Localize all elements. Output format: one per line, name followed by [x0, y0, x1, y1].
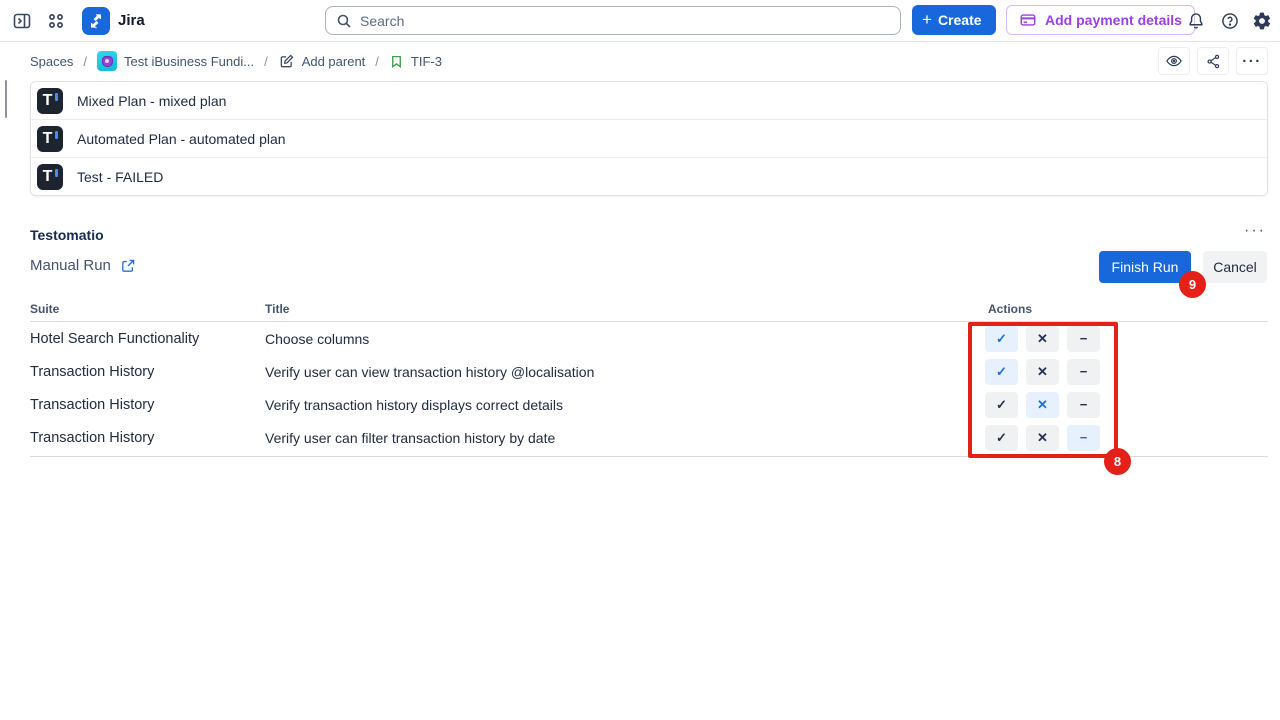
list-item[interactable]: T Automated Plan - automated plan — [31, 120, 1267, 158]
fail-cross-button[interactable]: ✕ — [1026, 326, 1059, 352]
test-table-body: Hotel Search Functionality Choose column… — [30, 322, 1268, 454]
column-header-actions: Actions — [988, 302, 1032, 316]
create-button[interactable]: + Create — [912, 5, 996, 35]
test-plans-card: T Mixed Plan - mixed plan T Automated Pl… — [30, 81, 1268, 196]
section-title: Testomatio — [30, 227, 104, 243]
pass-check-button[interactable]: ✓ — [985, 425, 1018, 451]
table-row: Transaction History Verify transaction h… — [30, 388, 1268, 421]
section-more-icon[interactable]: ··· — [1244, 222, 1266, 240]
suite-cell: Transaction History — [30, 397, 154, 413]
breadcrumb-separator: / — [264, 54, 268, 69]
scrollbar-thumb[interactable] — [5, 80, 7, 118]
page-toolbar: ··· — [1158, 47, 1268, 75]
fail-cross-button[interactable]: ✕ — [1026, 359, 1059, 385]
app-switcher-icon[interactable] — [46, 11, 66, 31]
search-icon — [336, 13, 352, 29]
actions-cell: ✓ ✕ − — [985, 425, 1100, 451]
pass-check-button[interactable]: ✓ — [985, 392, 1018, 418]
credit-card-icon — [1019, 11, 1037, 29]
testomatio-logo-icon: T — [37, 164, 63, 190]
list-item[interactable]: T Test - FAILED — [31, 158, 1267, 196]
annotation-badge-9: 9 — [1179, 271, 1206, 298]
skip-dash-button[interactable]: − — [1067, 392, 1100, 418]
plus-icon: + — [922, 10, 932, 30]
jira-logo[interactable] — [82, 7, 110, 35]
notifications-bell-icon[interactable] — [1186, 11, 1206, 31]
list-item[interactable]: T Mixed Plan - mixed plan — [31, 82, 1267, 120]
run-title-line: Manual Run — [30, 257, 136, 274]
breadcrumb-separator: / — [375, 54, 379, 69]
actions-cell: ✓ ✕ − — [985, 392, 1100, 418]
skip-dash-button[interactable]: − — [1067, 359, 1100, 385]
breadcrumb-bar: Spaces / Test iBusiness Fundi... / Add p… — [0, 42, 1280, 80]
cancel-button[interactable]: Cancel — [1203, 251, 1267, 283]
breadcrumb-separator: / — [83, 54, 87, 69]
table-row: Transaction History Verify user can filt… — [30, 421, 1268, 454]
skip-dash-button[interactable]: − — [1067, 425, 1100, 451]
column-header-suite: Suite — [30, 302, 59, 316]
table-header-row: Suite Title Actions — [30, 296, 1268, 322]
breadcrumb-add-parent[interactable]: Add parent — [278, 53, 366, 70]
title-cell: Verify transaction history displays corr… — [265, 397, 563, 413]
annotation-badge-8: 8 — [1104, 448, 1131, 475]
top-nav-bar: Jira + Create Add payment details — [0, 0, 1280, 42]
plan-label: Automated Plan - automated plan — [77, 131, 286, 147]
title-cell: Verify user can view transaction history… — [265, 364, 594, 380]
share-icon[interactable] — [1197, 47, 1229, 75]
more-actions-icon[interactable]: ··· — [1236, 47, 1268, 75]
breadcrumb-issue[interactable]: TIF-3 — [389, 54, 442, 69]
pass-check-button[interactable]: ✓ — [985, 359, 1018, 385]
title-cell: Choose columns — [265, 331, 369, 347]
edit-pencil-icon — [278, 53, 295, 70]
plan-label: Test - FAILED — [77, 169, 163, 185]
testomatio-logo-icon: T — [37, 126, 63, 152]
run-title: Manual Run — [30, 257, 111, 274]
watch-eye-icon[interactable] — [1158, 47, 1190, 75]
search-input[interactable] — [360, 13, 890, 29]
testomatio-logo-icon: T — [37, 88, 63, 114]
suite-cell: Transaction History — [30, 430, 154, 446]
project-avatar-icon — [97, 51, 117, 71]
skip-dash-button[interactable]: − — [1067, 326, 1100, 352]
plan-label: Mixed Plan - mixed plan — [77, 93, 226, 109]
breadcrumb-spaces[interactable]: Spaces — [30, 54, 73, 69]
pass-check-button[interactable]: ✓ — [985, 326, 1018, 352]
add-payment-details-button[interactable]: Add payment details — [1006, 5, 1195, 35]
table-row: Hotel Search Functionality Choose column… — [30, 322, 1268, 355]
help-icon[interactable] — [1220, 11, 1240, 31]
finish-run-button[interactable]: Finish Run — [1099, 251, 1191, 283]
external-link-icon[interactable] — [120, 258, 136, 274]
column-header-title: Title — [265, 302, 289, 316]
sidebar-toggle-icon[interactable] — [12, 11, 32, 31]
fail-cross-button[interactable]: ✕ — [1026, 392, 1059, 418]
breadcrumb-project[interactable]: Test iBusiness Fundi... — [97, 51, 254, 71]
breadcrumb: Spaces / Test iBusiness Fundi... / Add p… — [30, 42, 442, 80]
actions-cell: ✓ ✕ − — [985, 359, 1100, 385]
table-row: Transaction History Verify user can view… — [30, 355, 1268, 388]
actions-cell: ✓ ✕ − — [985, 326, 1100, 352]
suite-cell: Hotel Search Functionality — [30, 331, 199, 347]
app-title: Jira — [118, 12, 145, 29]
fail-cross-button[interactable]: ✕ — [1026, 425, 1059, 451]
global-search[interactable] — [325, 6, 901, 35]
suite-cell: Transaction History — [30, 364, 154, 380]
table-bottom-divider — [30, 456, 1268, 457]
settings-gear-icon[interactable] — [1252, 11, 1272, 31]
title-cell: Verify user can filter transaction histo… — [265, 430, 555, 446]
bookmark-icon — [389, 54, 404, 69]
